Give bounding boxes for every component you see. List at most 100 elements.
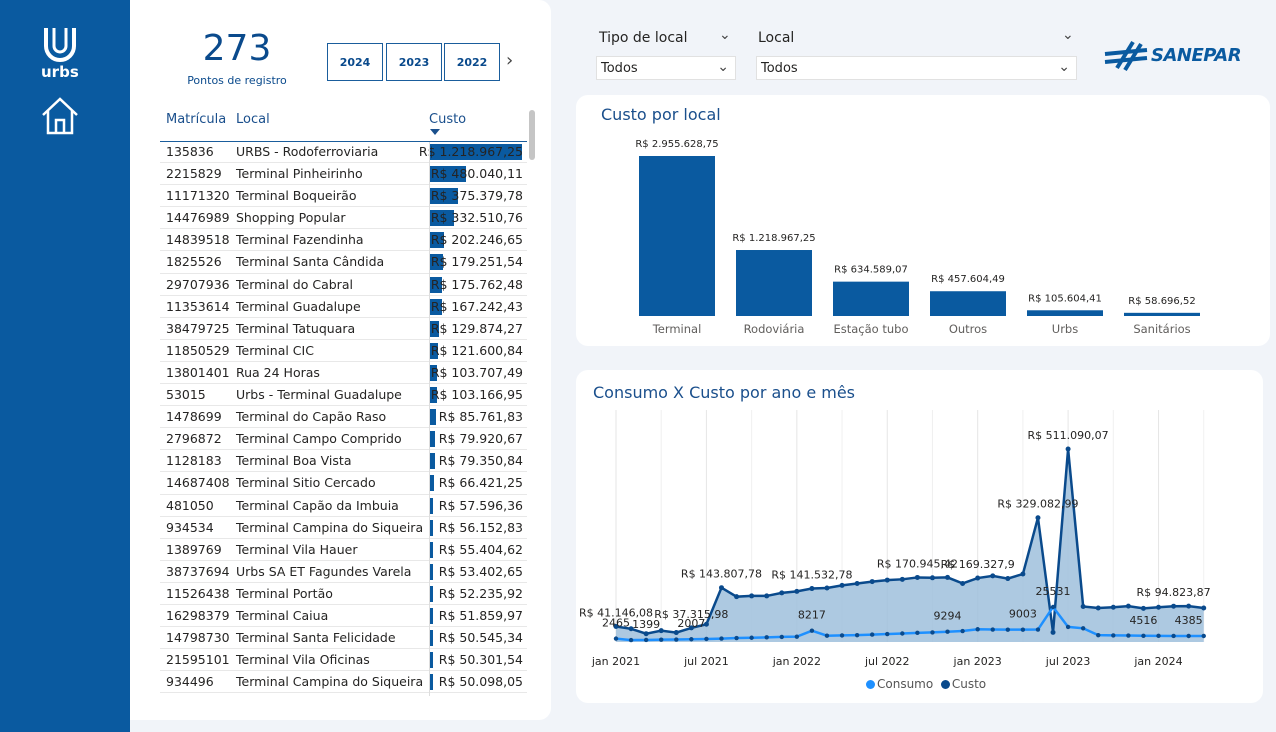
consumo-point[interactable] — [975, 627, 980, 632]
custo-point[interactable] — [990, 573, 996, 579]
custo-point[interactable] — [764, 593, 770, 599]
custo-point[interactable] — [1140, 605, 1146, 611]
consumo-point[interactable] — [1201, 633, 1206, 639]
consumo-point[interactable] — [809, 628, 815, 633]
table-row[interactable]: 135836 URBS - Rodoferroviaria R$ 1.218.967… — [160, 141, 527, 164]
table-row[interactable]: 14798730 Terminal Santa Felicidade R$ 50.5… — [160, 627, 527, 650]
bar[interactable] — [639, 156, 715, 316]
custo-point[interactable] — [734, 594, 740, 600]
chevron-down-icon[interactable]: ⌄ — [719, 27, 731, 43]
consumo-point[interactable] — [915, 630, 920, 636]
table-row[interactable]: 1389769 Terminal Vila Hauer R$ 55.404,62 — [160, 539, 527, 561]
custo-point[interactable] — [884, 577, 890, 583]
custo-point[interactable] — [794, 588, 800, 594]
table-row[interactable]: 934534 Terminal Campina do Siqueira R$ 56.… — [160, 517, 527, 539]
consumo-point[interactable] — [1050, 604, 1056, 610]
consumo-point[interactable] — [1171, 633, 1176, 639]
bar[interactable] — [1124, 312, 1200, 316]
year-button-2024[interactable]: 2024 — [327, 43, 383, 81]
chevron-down-icon[interactable]: ⌄ — [1062, 27, 1074, 43]
custo-point[interactable] — [960, 580, 966, 586]
consumo-point[interactable] — [1005, 627, 1011, 632]
table-row[interactable]: 934496 Terminal Campina do Siqueira R$ 50.… — [160, 671, 527, 694]
table-row[interactable]: 11171320 Terminal Boqueirão R$ 375.379,78 — [160, 185, 527, 208]
custo-point[interactable] — [1050, 629, 1056, 635]
consumo-point[interactable] — [719, 636, 724, 641]
table-row[interactable]: 16298379 Terminal Caiua R$ 51.859,97 — [160, 605, 527, 628]
table-row[interactable]: 2796872 Terminal Campo Comprido R$ 79.920,… — [160, 428, 527, 451]
table-scrollbar[interactable] — [529, 110, 535, 160]
consumo-point[interactable] — [1020, 627, 1026, 632]
table-row[interactable]: 11850529 Terminal CIC R$ 121.600,84 — [160, 340, 527, 362]
table-row[interactable]: 2215829 Terminal Pinheirinho R$ 480.040,11 — [160, 163, 527, 186]
legend-custo[interactable]: Custo — [952, 677, 986, 691]
table-row[interactable]: 38737694 Urbs SA ET Fagundes Varela R$ 53.… — [160, 561, 527, 583]
consumo-point[interactable] — [930, 630, 935, 635]
consumo-point[interactable] — [824, 633, 830, 638]
consumo-point[interactable] — [689, 637, 694, 642]
consumo-point[interactable] — [628, 637, 634, 643]
custo-point[interactable] — [914, 574, 920, 580]
table-row[interactable]: 11353614 Terminal Guadalupe R$ 167.242,43 — [160, 296, 527, 318]
consumo-point[interactable] — [1126, 633, 1131, 638]
legend-consumo[interactable]: Consumo — [877, 677, 933, 691]
consumo-point[interactable] — [885, 631, 890, 637]
consumo-point[interactable] — [869, 632, 875, 637]
table-row[interactable]: 11526438 Terminal Portão R$ 52.235,92 — [160, 583, 527, 605]
table-row[interactable]: 14687408 Terminal Sitio Cercado R$ 66.421,… — [160, 472, 527, 495]
consumo-point[interactable] — [613, 636, 619, 641]
consumo-point[interactable] — [764, 635, 769, 640]
consumo-point[interactable] — [839, 633, 845, 638]
table-row[interactable]: 13801401 Rua 24 Horas R$ 103.707,49 — [160, 362, 527, 385]
consumo-point[interactable] — [1080, 626, 1086, 631]
custo-point[interactable] — [809, 586, 815, 592]
consumo-point[interactable] — [643, 637, 649, 643]
custo-point[interactable] — [854, 580, 860, 586]
table-row[interactable]: 1128183 Terminal Boa Vista R$ 79.350,84 — [160, 450, 527, 473]
table-row[interactable]: 481050 Terminal Capão da Imbuia R$ 57.596,… — [160, 495, 527, 517]
bar[interactable] — [1027, 310, 1103, 316]
custo-point[interactable] — [643, 631, 649, 637]
consumo-point[interactable] — [674, 637, 679, 642]
filter-local-select[interactable]: Todos ⌄ — [756, 56, 1077, 80]
custo-point[interactable] — [975, 575, 981, 581]
table-row[interactable]: 21595101 Terminal Vila Oficinas R$ 50.301,… — [160, 649, 527, 672]
year-button-2022[interactable]: 2022 — [444, 43, 500, 81]
consumo-point[interactable] — [1035, 627, 1041, 632]
bar[interactable] — [736, 250, 812, 316]
custo-point[interactable] — [1125, 603, 1131, 609]
custo-point[interactable] — [1156, 604, 1162, 610]
consumo-point[interactable] — [854, 632, 860, 638]
table-row[interactable]: 14476989 Shopping Popular R$ 332.510,76 — [160, 207, 527, 230]
custo-point[interactable] — [718, 585, 724, 591]
consumo-point[interactable] — [960, 628, 965, 634]
consumo-point[interactable] — [704, 636, 709, 642]
bar[interactable] — [833, 281, 909, 316]
custo-point[interactable] — [824, 585, 830, 591]
custo-point[interactable] — [1110, 604, 1116, 610]
custo-point[interactable] — [869, 579, 875, 585]
consumo-point[interactable] — [900, 631, 905, 636]
custo-point[interactable] — [749, 593, 755, 599]
custo-point[interactable] — [945, 574, 951, 580]
consumo-point[interactable] — [749, 635, 754, 640]
custo-point[interactable] — [1020, 571, 1026, 577]
custo-point[interactable] — [1171, 603, 1177, 609]
custo-point[interactable] — [779, 590, 785, 596]
custo-point[interactable] — [1065, 446, 1071, 452]
header-local[interactable]: Local — [236, 112, 270, 127]
year-button-2023[interactable]: 2023 — [386, 43, 442, 81]
custo-point[interactable] — [673, 630, 679, 636]
filter-tipo-select[interactable]: Todos ⌄ — [596, 56, 736, 80]
consumo-point[interactable] — [990, 627, 995, 632]
consumo-point[interactable] — [1065, 624, 1071, 630]
consumo-point[interactable] — [1141, 633, 1146, 639]
custo-point[interactable] — [1095, 605, 1101, 611]
table-row[interactable]: 1478699 Terminal do Capão Raso R$ 85.761,8… — [160, 406, 527, 429]
custo-point[interactable] — [1005, 576, 1011, 582]
custo-point[interactable] — [1080, 604, 1086, 610]
table-row[interactable]: 53015 Urbs - Terminal Guadalupe R$ 103.166… — [160, 384, 527, 407]
consumo-point[interactable] — [1156, 633, 1161, 639]
bar[interactable] — [930, 291, 1006, 316]
custo-point[interactable] — [839, 582, 845, 588]
